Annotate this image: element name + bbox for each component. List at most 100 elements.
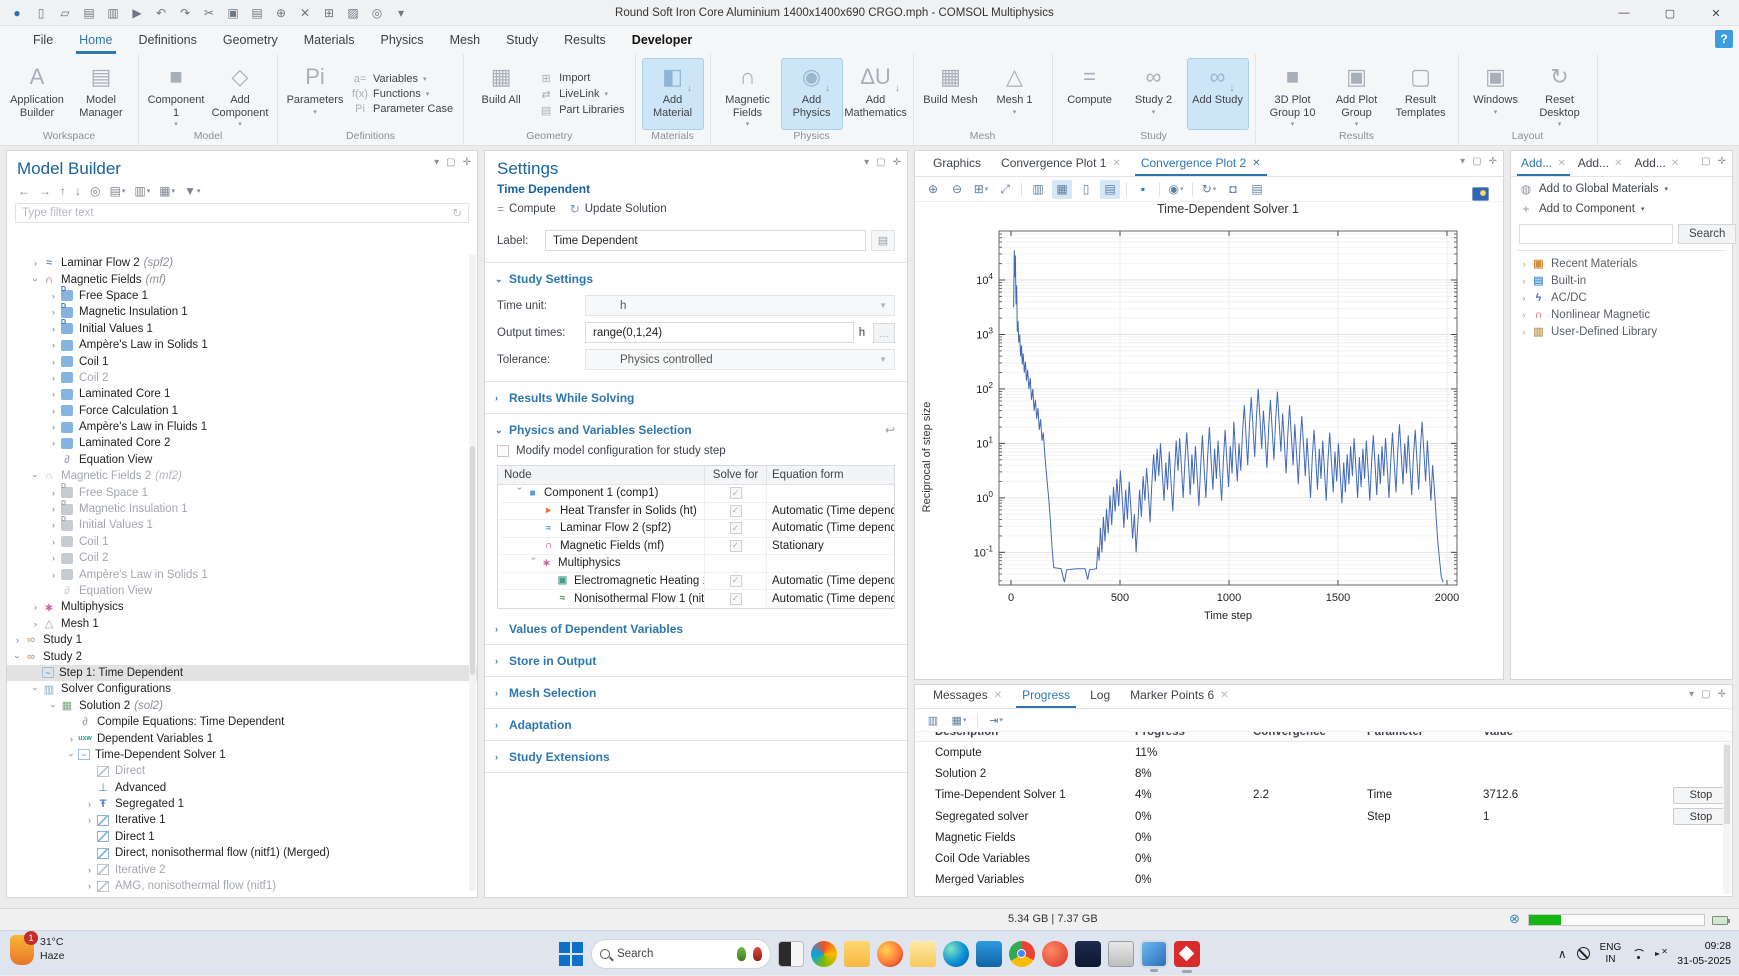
tree-item-mesh-1[interactable]: ›△Mesh 1 [7,616,477,632]
plot-properties-icon[interactable] [1472,187,1489,201]
menu-tab-materials[interactable]: Materials [293,26,366,54]
expand-arrow-icon[interactable]: › [47,438,60,448]
physics-row-electromagnetic-heating-1-[interactable]: ▣Electromagnetic Heating 1 (...✓Automati… [498,573,894,591]
material-group-nonlinear-magnetic[interactable]: ›∩Nonlinear Magnetic [1517,306,1726,323]
variables-button[interactable]: a=Variables▾ [352,73,453,85]
tab-progress[interactable]: Progress [1012,688,1080,708]
expand-arrow-icon[interactable]: › [47,389,60,399]
tray-chevron-up-icon[interactable]: ∧ [1558,947,1567,961]
tree-item-step-1-time-dependent[interactable]: ~Step 1: Time Dependent [7,665,477,681]
expand-arrow-icon[interactable]: › [47,324,60,334]
parameter-case-button[interactable]: PiParameter Case [352,103,453,115]
tree-item-advanced[interactable]: ⊥Advanced [7,780,477,796]
expand-arrow-icon[interactable]: › [47,504,60,514]
add-material-button[interactable]: ◧↓Add Material [642,58,704,130]
expand-arrow-icon[interactable]: › [47,488,60,498]
taskview-icon[interactable] [778,941,804,967]
physics-row-component-1-comp1-[interactable]: ›■Component 1 (comp1)✓ [498,485,894,503]
tree-item-solution-2[interactable]: ›▦Solution 2(sol2) [7,698,477,714]
tab-add-material-2[interactable]: Add...✕ [1572,156,1629,176]
duplicate-icon[interactable]: ⊕ [270,3,292,23]
tree-item-segregated-1[interactable]: ›ŦSegregated 1 [7,796,477,812]
physics-row-nonisothermal-flow-1-nitf1-[interactable]: ≈Nonisothermal Flow 1 (nitf1)✓Automatic … [498,590,894,608]
qat-customize-icon[interactable]: ▾ [390,3,412,23]
tree-item-iterative-1[interactable]: ›Iterative 1 [7,812,477,828]
tree-item-coil-2[interactable]: ›Coil 2 [7,370,477,386]
tree-item-magnetic-fields[interactable]: ›∩Magnetic Fields(mf) [7,271,477,287]
tree-item-magnetic-insulation-1[interactable]: ›Magnetic Insulation 1 [7,304,477,320]
tree-item-equation-view[interactable]: ∂Equation View [7,452,477,468]
physics-row-magnetic-fields-mf-[interactable]: ∩Magnetic Fields (mf)✓Stationary [498,538,894,556]
section-physics-variables[interactable]: ⌄ Physics and Variables Selection ↩ [485,416,907,443]
float-window-icon[interactable]: ▢ [1472,156,1481,167]
add-component-button[interactable]: ◇Add Component▾ [209,58,271,130]
expand-arrow-icon[interactable]: › [47,373,60,383]
material-group-built-in[interactable]: ›▤Built-in [1517,272,1726,289]
tree-item-force-calculation-1[interactable]: ›Force Calculation 1 [7,403,477,419]
tree-item-free-space-1[interactable]: ›Free Space 1 [7,288,477,304]
refresh-icon[interactable]: ↻ [452,206,462,220]
do-not-disturb-icon[interactable] [1577,947,1590,960]
expand-arrow-icon[interactable]: › [65,734,78,744]
expand-arrow-icon[interactable]: › [11,635,24,645]
printer-icon[interactable] [1108,941,1134,967]
app-icon[interactable]: ● [6,3,28,23]
tree-item-laminated-core-1[interactable]: ›Laminated Core 1 [7,386,477,402]
expand-arrow-icon[interactable]: › [47,340,60,350]
livelink-button[interactable]: ⇄LiveLink▾ [538,88,624,101]
expand-arrow-icon[interactable]: › [47,307,60,317]
add-study-button[interactable]: ∞↓Add Study [1187,58,1249,130]
build-mesh-button[interactable]: ▦Build Mesh [920,58,982,130]
solve-for-checkbox[interactable]: ✓ [730,575,742,587]
compute-button[interactable]: =Compute [497,202,556,216]
language-indicator[interactable]: ENG IN [1600,942,1622,966]
expand-arrow-icon[interactable]: › [29,602,42,612]
mesh-1-button[interactable]: △Mesh 1▾ [984,58,1046,130]
expand-arrow-icon[interactable]: › [47,537,60,547]
solve-for-checkbox[interactable]: ✓ [730,522,742,534]
solve-for-checkbox[interactable]: ✓ [730,487,742,499]
expand-arrow-icon[interactable]: › [83,881,96,891]
expand-arrow-icon[interactable]: › [1517,310,1531,320]
taskbar-search[interactable]: Search [591,939,771,969]
physics-row-multiphysics[interactable]: ›∗Multiphysics [498,555,894,573]
pin-icon[interactable]: ✛ [1718,689,1726,700]
move-up-icon[interactable]: ↑ [57,183,69,199]
table-options-icon[interactable]: ▦▾ [949,711,969,730]
tolerance-select[interactable]: Physics controlled▼ [585,349,895,370]
firefox-icon[interactable] [877,941,903,967]
section-mesh-selection[interactable]: ›Mesh Selection [485,679,907,706]
collapse-arrow-icon[interactable]: › [31,683,41,696]
functions-button[interactable]: f(x)Functions▾ [352,88,453,100]
outlook-icon[interactable] [976,941,1002,967]
chart-app-icon[interactable] [1075,941,1101,967]
redo-icon[interactable]: ↷ [174,3,196,23]
tree-item-study-1[interactable]: ›∞Study 1 [7,632,477,648]
close-button[interactable]: ✕ [1693,0,1739,26]
material-search-input[interactable] [1519,224,1673,244]
section-study-extensions[interactable]: ›Study Extensions [485,743,907,770]
chevron-down-icon[interactable]: ▾ [1689,689,1694,700]
tree-item-coil-1[interactable]: ›Coil 1 [7,353,477,369]
collapse-arrow-icon[interactable]: › [13,650,23,663]
tree-item-time-dependent-solver-1[interactable]: ›~Time-Dependent Solver 1 [7,747,477,763]
maximize-button[interactable]: ▢ [1647,0,1693,26]
section-values-of-dependent-variables[interactable]: ›Values of Dependent Variables [485,615,907,642]
delete-icon[interactable]: ✕ [294,3,316,23]
undo-icon[interactable]: ↶ [150,3,172,23]
label-input[interactable]: Time Dependent [545,230,866,251]
tab-add-material-1[interactable]: Add...✕ [1515,156,1572,176]
node-order-icon[interactable]: ▦▾ [156,183,178,199]
edge-icon[interactable] [943,941,969,967]
add-mathematics-button[interactable]: ΔU↓Add Mathematics [845,58,907,130]
import-button[interactable]: ⊞Import [538,72,624,85]
add-to-global-materials-button[interactable]: ◍Add to Global Materials▾ [1511,177,1732,197]
expand-arrow-icon[interactable]: › [1517,276,1531,286]
expand-arrow-icon[interactable]: › [83,865,96,875]
tree-item-multiphysics[interactable]: ›∗Multiphysics [7,599,477,615]
tree-item-magnetic-insulation-1[interactable]: ›Magnetic Insulation 1 [7,501,477,517]
close-icon[interactable]: ✕ [994,690,1002,701]
pin-icon[interactable]: ✛ [1718,156,1726,167]
tree-item-iterative-2[interactable]: ›Iterative 2 [7,861,477,877]
component-1-button[interactable]: ■Component 1▾ [145,58,207,130]
